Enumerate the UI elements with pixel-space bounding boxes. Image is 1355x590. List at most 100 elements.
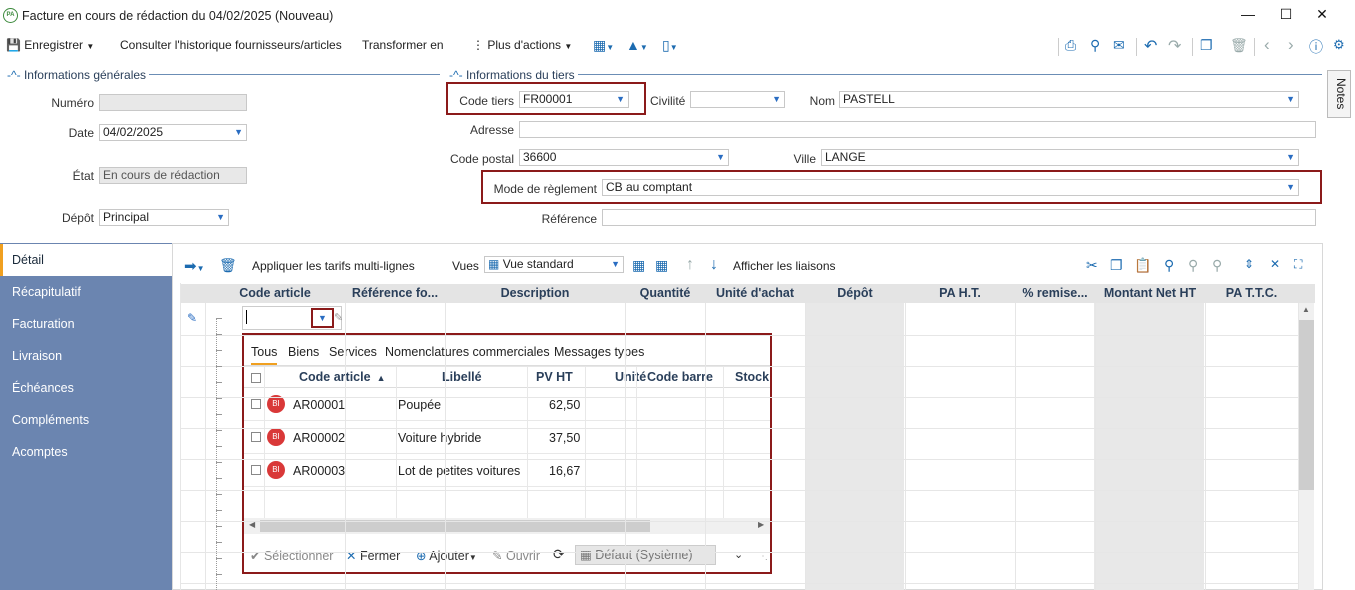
cut-icon[interactable]: ✂ — [1086, 257, 1098, 274]
grid-column-header[interactable]: Description — [445, 286, 625, 300]
fullscreen-icon[interactable]: ⛶ — [1294, 257, 1302, 272]
row-checkbox[interactable] — [251, 465, 261, 475]
adresse-field[interactable] — [519, 121, 1316, 138]
edit-icon[interactable]: ✎ — [334, 311, 343, 324]
row-checkbox[interactable] — [251, 432, 261, 442]
side-tab-3[interactable]: Facturation — [0, 308, 172, 340]
chevron-down-icon[interactable]: ▼ — [1286, 180, 1295, 195]
ville-field[interactable]: LANGE▼✎ — [821, 149, 1299, 166]
chevron-down-icon[interactable]: ▼ — [772, 92, 781, 107]
section-general-title[interactable]: -^- Informations générales — [4, 68, 150, 82]
popup-row[interactable]: BI AR00001 Poupée 62,50 — [244, 388, 770, 421]
print-preview-icon[interactable]: ⚲ — [1090, 37, 1100, 54]
chevron-down-icon[interactable]: ▼ — [234, 125, 243, 140]
previous-icon[interactable]: ‹ — [1264, 35, 1270, 55]
code-tiers-field[interactable]: FR00001▼✎ — [519, 91, 629, 108]
search-previous-icon[interactable]: ⚲ — [1188, 257, 1198, 274]
columns-icon[interactable]: ▦ — [632, 257, 645, 274]
civilite-field[interactable]: ▼✎ — [690, 91, 785, 108]
mode-reglement-field[interactable]: CB au comptant▼✎ — [602, 179, 1299, 196]
delete-line-icon[interactable]: 🗑 — [219, 257, 237, 274]
road-icon[interactable]: ▲▼ — [626, 37, 648, 53]
paste-icon[interactable]: 📋 — [1134, 257, 1151, 274]
grid-column-header[interactable]: Montant Net HT — [1095, 286, 1205, 300]
side-tab-7[interactable]: Acomptes — [0, 436, 172, 468]
table-icon[interactable]: ▦ — [655, 257, 668, 274]
grid-column-header[interactable]: Code article — [205, 286, 345, 300]
chevron-down-icon[interactable]: ▼ — [716, 150, 725, 165]
reference-field[interactable] — [602, 209, 1316, 226]
view-select[interactable]: ▦ Défaut (Système) — [575, 545, 716, 565]
more-actions-button[interactable]: ⋮ Plus d'actions ▼ — [472, 38, 572, 52]
search-next-icon[interactable]: ⚲ — [1212, 257, 1222, 274]
copy-document-icon[interactable]: ❐ — [1200, 37, 1213, 54]
edit-row-icon[interactable]: ✎ — [187, 311, 197, 325]
popup-row[interactable]: BI AR00002 Voiture hybride 37,50 — [244, 421, 770, 454]
chevron-down-icon[interactable]: ▼ — [1286, 150, 1295, 165]
next-icon[interactable]: › — [1288, 35, 1294, 55]
vue-select[interactable]: ▦ Vue standard ▼ — [484, 256, 624, 273]
email-icon[interactable]: ✉ — [1113, 37, 1125, 54]
refresh-icon[interactable]: ⟳ — [553, 546, 565, 563]
chevron-down-icon[interactable]: ▼ — [1286, 92, 1295, 107]
section-tiers-title[interactable]: -^- Informations du tiers — [446, 68, 578, 82]
delete-icon[interactable]: 🗑 — [1230, 37, 1248, 54]
minimize-icon[interactable]: — — [1238, 6, 1258, 22]
row-checkbox[interactable] — [251, 399, 261, 409]
grid-scrollbar-thumb[interactable] — [1298, 320, 1314, 490]
chevron-down-icon[interactable]: ⌄ — [734, 548, 743, 561]
grid-column-header[interactable]: PA H.T. — [905, 286, 1015, 300]
popup-column-header[interactable]: Code article ▲ — [299, 370, 385, 384]
print-icon[interactable]: ⎙ — [1065, 37, 1076, 54]
grid-column-header[interactable]: Dépôt — [805, 286, 905, 300]
side-tab-1[interactable]: Détail — [0, 244, 172, 276]
side-tab-2[interactable]: Récapitulatif — [0, 276, 172, 308]
popup-column-header[interactable]: Code barre — [647, 370, 713, 384]
transform-button[interactable]: Transformer en — [362, 38, 444, 52]
popup-column-header[interactable]: Unité — [615, 370, 646, 384]
copy-icon[interactable]: ❐ — [1110, 257, 1123, 274]
popup-column-header[interactable]: PV HT — [536, 370, 573, 384]
search-icon[interactable]: ⚲ — [1164, 257, 1174, 274]
chevron-down-icon[interactable]: ▼ — [216, 210, 225, 225]
code-article-dropdown-button[interactable]: ▼ — [311, 308, 334, 328]
grid-column-header[interactable]: % remise... — [1015, 286, 1095, 300]
close-icon[interactable]: ✕ — [1312, 6, 1332, 23]
add-button[interactable]: ⊕ Ajouter▼ — [416, 548, 477, 563]
side-tab-6[interactable]: Compléments — [0, 404, 172, 436]
expand-all-icon[interactable]: ⇕ — [1244, 257, 1254, 271]
depot-field[interactable]: Principal▼✎ — [99, 209, 229, 226]
scroll-up-icon[interactable]: ▲ — [1302, 305, 1310, 314]
popup-tab-5[interactable]: Messages types — [554, 345, 644, 359]
close-popup-button[interactable]: ✕ Fermer — [346, 548, 400, 563]
popup-tab-3[interactable]: Services — [329, 345, 377, 359]
code-postal-field[interactable]: 36600▼✎ — [519, 149, 729, 166]
move-up-icon[interactable]: ↑ — [686, 256, 694, 274]
chevron-down-icon[interactable]: ▼ — [611, 257, 620, 272]
date-field[interactable]: 04/02/2025 ▼ — [99, 124, 247, 141]
chevron-down-icon[interactable]: ▼ — [616, 92, 625, 107]
select-button[interactable]: ✔ Sélectionner — [250, 548, 333, 563]
open-button[interactable]: ✎ Ouvrir — [492, 548, 540, 563]
move-down-icon[interactable]: ↓ — [710, 256, 718, 274]
side-tab-4[interactable]: Livraison — [0, 340, 172, 372]
side-tab-5[interactable]: Échéances — [0, 372, 172, 404]
grid-column-header[interactable]: Référence fo... — [345, 286, 445, 300]
map-icon[interactable]: ▦▼ — [593, 37, 614, 54]
grid-column-header[interactable]: PA T.T.C. — [1205, 286, 1298, 300]
popup-tab-1[interactable]: Tous — [251, 345, 278, 365]
collapse-all-icon[interactable]: ✕ — [1270, 257, 1280, 271]
popup-column-header[interactable]: Libellé — [442, 370, 482, 384]
save-button[interactable]: 💾 Enregistrer ▼ — [6, 38, 94, 52]
maximize-icon[interactable]: ☐ — [1276, 6, 1296, 23]
undo-icon[interactable]: ↶ — [1144, 36, 1157, 56]
grid-column-header[interactable]: Unité d'achat — [705, 286, 805, 300]
settings-icon[interactable]: ⚙ — [1333, 37, 1345, 53]
notes-tab[interactable]: Notes — [1327, 70, 1351, 118]
mobile-icon[interactable]: ▯▼ — [662, 37, 678, 54]
select-all-checkbox[interactable] — [251, 373, 261, 383]
apply-tariffs-button[interactable]: Appliquer les tarifs multi-lignes — [252, 259, 415, 273]
show-links-button[interactable]: Afficher les liaisons — [733, 259, 836, 273]
popup-tab-2[interactable]: Biens — [288, 345, 319, 359]
grid-column-header[interactable]: Quantité — [625, 286, 705, 300]
